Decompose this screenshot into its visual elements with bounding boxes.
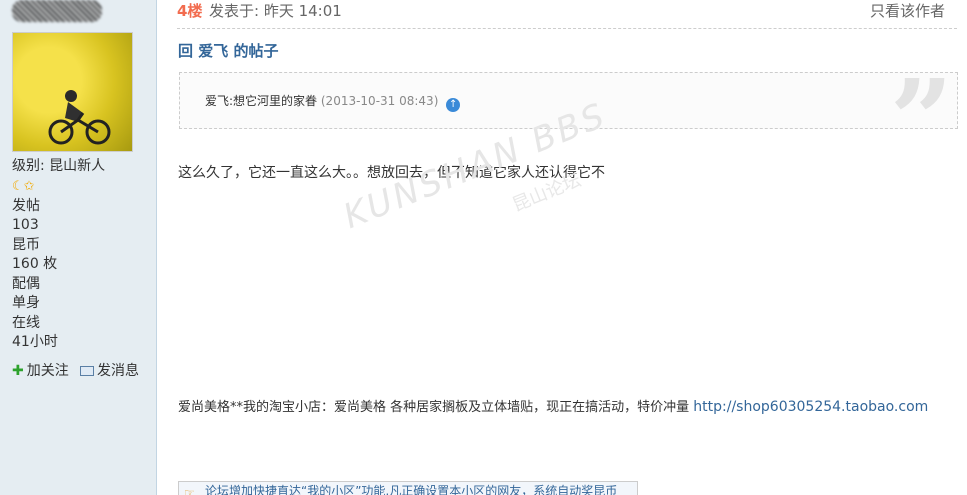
message-label: 发消息 bbox=[97, 363, 139, 379]
quote-text: 爱飞:想它河里的家眷 bbox=[205, 94, 318, 108]
reply-title: 回 爱飞 的帖子 bbox=[178, 42, 279, 60]
jump-to-quote-icon[interactable]: ↑ bbox=[446, 98, 461, 112]
signature-ad: 爱尚美格**我的淘宝小店：爱尚美格 各种居家搁板及立体墙贴，现正在搞活动，特价冲… bbox=[178, 393, 948, 422]
coins-count: 160 枚 bbox=[12, 256, 58, 272]
floor-number[interactable]: 4楼 bbox=[177, 0, 202, 22]
send-message-button[interactable]: 发消息 bbox=[80, 362, 140, 381]
posts-label: 发帖 bbox=[12, 197, 40, 214]
user-sidebar: 级别: 昆山新人 ☾✩ 发帖 103 昆币 160 枚 配偶 单身 在线 41小… bbox=[0, 0, 157, 495]
follow-button[interactable]: ✚ 加关注 bbox=[12, 362, 72, 381]
forum-notice[interactable]: ☞ 论坛增加快捷直达“我的小区”功能,凡正确设置本小区的网友，系统自动奖昆币 bbox=[178, 481, 638, 495]
post-header: 4楼 发表于: 昨天 14:01 只看该作者 bbox=[158, 0, 967, 24]
plus-icon: ✚ bbox=[12, 363, 24, 379]
avatar[interactable] bbox=[12, 32, 133, 152]
username-blurred bbox=[12, 0, 102, 22]
pointing-hand-icon: ☞ bbox=[184, 486, 195, 495]
posted-time: 发表于: 昨天 14:01 bbox=[209, 2, 342, 20]
quote-content: 爱飞:想它河里的家眷 (2013-10-31 08:43) ↑ bbox=[205, 92, 461, 112]
post-content: 4楼 发表于: 昨天 14:01 只看该作者 回 爱飞 的帖子 爱飞:想它河里的… bbox=[158, 0, 967, 495]
quote-date: (2013-10-31 08:43) bbox=[320, 94, 439, 108]
spouse-value: 单身 bbox=[12, 295, 40, 311]
only-author-link[interactable]: 只看该作者 bbox=[870, 0, 945, 22]
shop-link[interactable]: http://shop60305254.taobao.com bbox=[693, 399, 928, 415]
post-page: 级别: 昆山新人 ☾✩ 发帖 103 昆币 160 枚 配偶 单身 在线 41小… bbox=[0, 0, 967, 495]
header-divider bbox=[177, 28, 957, 29]
user-rank-stars: ☾✩ bbox=[12, 178, 35, 194]
user-profile: 级别: 昆山新人 ☾✩ 发帖 103 昆币 160 枚 配偶 单身 在线 41小… bbox=[12, 157, 152, 353]
online-hours: 41小时 bbox=[12, 334, 58, 350]
user-level: 级别: 昆山新人 bbox=[12, 158, 106, 174]
ad-text: 爱尚美格**我的淘宝小店：爱尚美格 各种居家搁板及立体墙贴，现正在搞活动，特价冲… bbox=[178, 400, 690, 415]
follow-label: 加关注 bbox=[26, 363, 69, 379]
spouse-label: 配偶 bbox=[12, 275, 40, 292]
quote-mark-icon: ” bbox=[889, 55, 953, 184]
mail-icon bbox=[80, 366, 94, 376]
posts-count: 103 bbox=[12, 217, 39, 233]
coins-label: 昆币 bbox=[12, 236, 40, 253]
cyclist-photo bbox=[48, 90, 111, 145]
online-label: 在线 bbox=[12, 314, 40, 331]
notice-text: 论坛增加快捷直达“我的小区”功能,凡正确设置本小区的网友，系统自动奖昆币 bbox=[205, 484, 618, 495]
